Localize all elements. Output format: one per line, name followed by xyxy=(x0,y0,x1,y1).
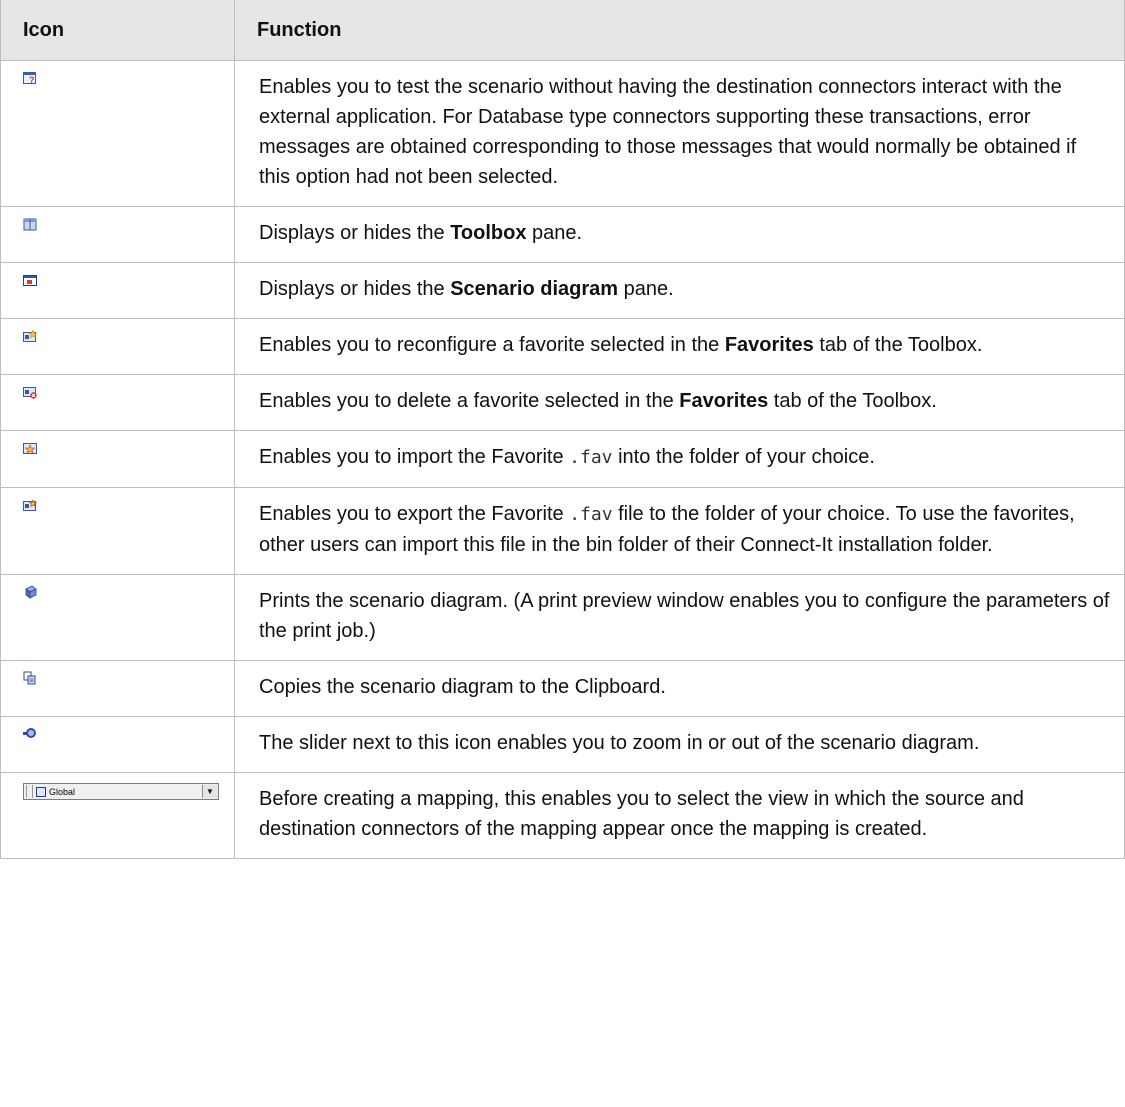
table-row: ? Enables you to test the scenario witho… xyxy=(0,60,1125,207)
function-description: Before creating a mapping, this enables … xyxy=(234,772,1125,859)
table-row: Enables you to reconfigure a favorite se… xyxy=(0,318,1125,375)
function-description: Displays or hides the Toolbox pane. xyxy=(234,206,1125,263)
function-description: Enables you to reconfigure a favorite se… xyxy=(234,318,1125,375)
table-row: Displays or hides the Toolbox pane. xyxy=(0,206,1125,263)
function-description: Copies the scenario diagram to the Clipb… xyxy=(234,660,1125,717)
ui-term: Toolbox xyxy=(450,222,527,244)
svg-text:?: ? xyxy=(29,75,35,85)
function-description: Prints the scenario diagram. (A print pr… xyxy=(234,574,1125,661)
function-description: Enables you to export the Favorite .fav … xyxy=(234,487,1125,575)
chevron-down-icon[interactable]: ▼ xyxy=(202,785,217,798)
table-row: Enables you to export the Favorite .fav … xyxy=(0,487,1125,575)
test-mode-icon: ? xyxy=(23,71,37,85)
table-header-row: Icon Function xyxy=(0,0,1125,61)
function-column-header: Function xyxy=(234,0,1125,61)
grip-handle xyxy=(26,785,33,798)
function-description: Enables you to delete a favorite selecte… xyxy=(234,374,1125,431)
function-description: Enables you to import the Favorite .fav … xyxy=(234,430,1125,488)
table-row: Copies the scenario diagram to the Clipb… xyxy=(0,660,1125,717)
export-favorite-icon xyxy=(23,498,37,512)
icon-function-table: Icon Function ? Enables you to test the … xyxy=(0,0,1125,859)
view-selector-value: Global xyxy=(49,786,76,797)
table-row: Global ▼ Before creating a mapping, this… xyxy=(0,772,1125,859)
reconfigure-favorite-icon xyxy=(23,329,37,343)
ui-term: Favorites xyxy=(679,390,769,412)
file-extension: .fav xyxy=(569,504,613,525)
copy-icon xyxy=(23,671,37,685)
ui-term: Scenario diagram xyxy=(450,278,619,300)
file-extension: .fav xyxy=(569,447,613,468)
toolbox-icon xyxy=(23,217,37,231)
table-row: Enables you to import the Favorite .fav … xyxy=(0,430,1125,488)
zoom-icon xyxy=(23,727,37,741)
function-description: Displays or hides the Scenario diagram p… xyxy=(234,262,1125,319)
table-row: The slider next to this icon enables you… xyxy=(0,716,1125,773)
icon-column-header: Icon xyxy=(0,0,235,61)
import-favorite-icon xyxy=(23,441,37,455)
view-icon xyxy=(36,786,46,797)
function-description: Enables you to test the scenario without… xyxy=(234,60,1125,207)
table-row: Enables you to delete a favorite selecte… xyxy=(0,374,1125,431)
delete-favorite-icon xyxy=(23,385,37,399)
table-row: Displays or hides the Scenario diagram p… xyxy=(0,262,1125,319)
table-row: Prints the scenario diagram. (A print pr… xyxy=(0,574,1125,661)
scenario-diagram-icon xyxy=(23,273,37,287)
print-icon xyxy=(23,585,37,599)
function-description: The slider next to this icon enables you… xyxy=(234,716,1125,773)
view-selector[interactable]: Global ▼ xyxy=(23,783,219,800)
ui-term: Favorites xyxy=(724,334,814,356)
